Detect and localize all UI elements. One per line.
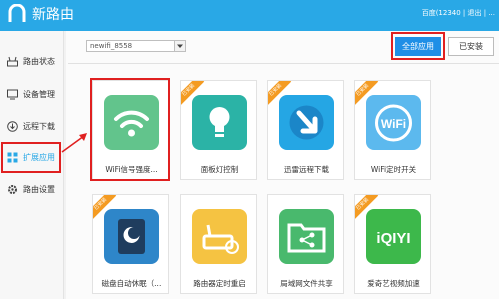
tab-all-apps[interactable]: 全部应用 [395, 37, 441, 56]
app-card-lan-file-share[interactable]: 局域网文件共享 [267, 194, 344, 294]
sidebar-item-label: 路由设置 [23, 185, 55, 194]
app-card-thunder-download[interactable]: 已安装 迅雷远程下载 [267, 80, 344, 180]
router-icon [7, 56, 18, 67]
sidebar-item-device-management[interactable]: 设备管理 [0, 81, 64, 109]
app-name: 面板灯控制 [200, 165, 239, 174]
light-bulb-icon [192, 95, 247, 150]
router-select[interactable]: newifi_8558 [86, 40, 186, 52]
svg-text:WiFi: WiFi [381, 117, 406, 131]
divider [68, 63, 499, 64]
sidebar-item-router-settings[interactable]: 路由设置 [0, 176, 64, 204]
gear-icon [8, 185, 17, 194]
folder-share-icon [279, 209, 334, 264]
download-icon [7, 121, 18, 132]
newifi-logo-icon [8, 4, 26, 22]
app-name: 爱奇艺视频加速 [367, 279, 420, 288]
app-name: 路由器定时重启 [193, 279, 246, 288]
router-select-value: newifi_8558 [90, 42, 133, 50]
iqiyi-icon: iQIYI [366, 209, 421, 264]
thunder-download-icon [279, 95, 334, 150]
select-arrow[interactable] [174, 41, 185, 51]
router-reboot-icon [192, 209, 247, 264]
top-bar: 新路由 百度(12340 | 退出 | ... [0, 0, 499, 31]
sidebar-item-router-status[interactable]: 路由状态 [0, 48, 64, 76]
app-card-highlight [90, 78, 170, 181]
sidebar-item-remote-download[interactable]: 远程下载 [0, 113, 64, 141]
account-links[interactable]: 百度(12340 | 退出 | ... [422, 9, 495, 18]
sidebar-item-label: 远程下载 [23, 122, 55, 131]
monitor-icon [7, 89, 18, 100]
app-card-router-reboot[interactable]: 路由器定时重启 [180, 194, 257, 294]
app-name: 局域网文件共享 [280, 279, 333, 288]
app-card-panel-light[interactable]: 已安装 面板灯控制 [180, 80, 257, 180]
sidebar-item-label: 路由状态 [23, 57, 55, 66]
app-name: 迅雷远程下载 [284, 165, 329, 174]
app-name: 磁盘自动休眠（... [101, 279, 162, 288]
app-name: WiFi定时开关 [370, 165, 417, 174]
app-card-iqiyi[interactable]: 已安装 iQIYI 爱奇艺视频加速 [354, 194, 431, 294]
wifi-timer-icon: WiFi [366, 95, 421, 150]
app-card-disk-sleep[interactable]: 已安装 磁盘自动休眠（... [92, 194, 169, 294]
red-arrow-icon [61, 133, 87, 153]
chevron-down-icon [177, 44, 183, 48]
tab-installed[interactable]: 已安装 [448, 37, 494, 56]
sidebar-item-label: 设备管理 [23, 90, 55, 99]
active-item-highlight [1, 142, 61, 173]
disk-sleep-icon [104, 209, 159, 264]
app-title: 新路由 [32, 7, 74, 23]
app-card-wifi-timer[interactable]: 已安装 WiFi WiFi定时开关 [354, 80, 431, 180]
svg-text:iQIYI: iQIYI [376, 230, 410, 247]
